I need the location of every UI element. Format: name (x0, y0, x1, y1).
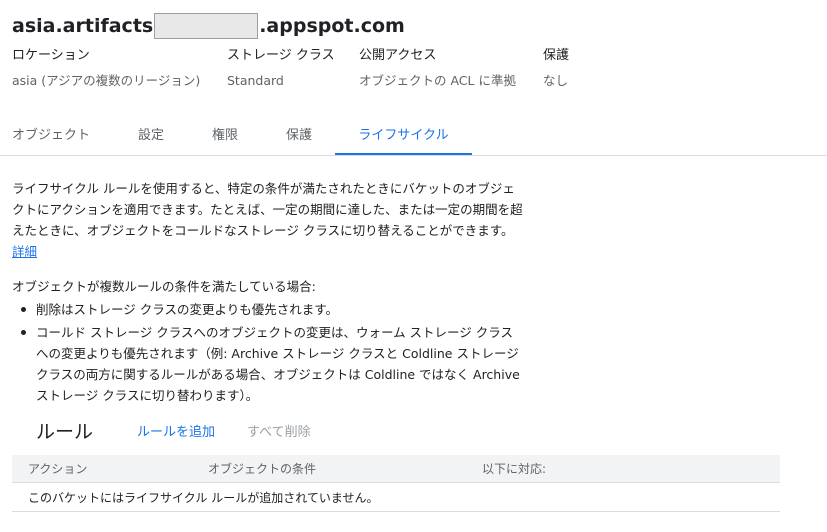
rule-priority-intro: オブジェクトが複数ルールの条件を満たしている場合: (12, 279, 316, 294)
bucket-name-prefix: asia.artifacts (12, 15, 154, 37)
table-header-row: アクション オブジェクトの条件 以下に対応: (12, 455, 780, 483)
rules-title: ルール (36, 420, 94, 443)
bucket-name-suffix: .appspot.com (259, 15, 405, 37)
info-location: ロケーション asia (アジアの複数のリージョン) (12, 47, 200, 90)
delete-all-button[interactable]: すべて削除 (247, 421, 311, 440)
redacted-project-id (154, 13, 259, 39)
list-item: 削除はストレージ クラスの変更よりも優先されます。 (21, 299, 524, 320)
tab-settings[interactable]: 設定 (120, 118, 182, 154)
info-label: ロケーション (12, 48, 90, 63)
info-label: 保護 (543, 48, 570, 63)
bucket-tabs: オブジェクト 設定 権限 保護 ライフサイクル (0, 118, 827, 156)
info-value: なし (543, 73, 569, 88)
tab-protection[interactable]: 保護 (268, 118, 330, 154)
info-value: オブジェクトの ACL に準拠 (359, 73, 516, 88)
info-storage-class: ストレージ クラス Standard (227, 47, 335, 90)
info-value: Standard (227, 73, 284, 88)
add-rule-button[interactable]: ルールを追加 (137, 421, 215, 440)
learn-more-link[interactable]: 詳細 (12, 244, 37, 259)
info-label: ストレージ クラス (227, 48, 335, 63)
lifecycle-description-text: ライフサイクル ルールを使用すると、特定の条件が満たされたときにバケットのオブジ… (12, 181, 523, 238)
info-public-access: 公開アクセス オブジェクトの ACL に準拠 (359, 47, 516, 90)
info-value: asia (アジアの複数のリージョン) (12, 73, 201, 88)
bucket-title: asia.artifacts .appspot.com (12, 12, 405, 40)
info-label: 公開アクセス (359, 48, 437, 63)
rule-priority-section: オブジェクトが複数ルールの条件を満たしている場合: 削除はストレージ クラスの変… (12, 276, 524, 406)
tab-objects[interactable]: オブジェクト (0, 118, 102, 154)
empty-rules-message: このバケットにはライフサイクル ルールが追加されていません。 (12, 482, 780, 512)
info-protection: 保護 なし (543, 47, 569, 90)
column-header-conditions: オブジェクトの条件 (208, 455, 482, 483)
column-header-action: アクション (12, 455, 208, 483)
tab-permissions[interactable]: 権限 (194, 118, 256, 154)
tab-lifecycle[interactable]: ライフサイクル (335, 118, 472, 155)
rule-priority-list: 削除はストレージ クラスの変更よりも優先されます。 コールド ストレージ クラス… (12, 299, 524, 406)
rules-header: ルール ルールを追加 すべて削除 (36, 416, 311, 444)
table-row: このバケットにはライフサイクル ルールが追加されていません。 (12, 482, 780, 512)
rules-table: アクション オブジェクトの条件 以下に対応: このバケットにはライフサイクル ル… (12, 455, 780, 512)
list-item: コールド ストレージ クラスへのオブジェクトの変更は、ウォーム ストレージ クラ… (21, 322, 524, 406)
lifecycle-description: ライフサイクル ルールを使用すると、特定の条件が満たされたときにバケットのオブジ… (12, 178, 524, 262)
column-header-applies-to: 以下に対応: (482, 455, 780, 483)
